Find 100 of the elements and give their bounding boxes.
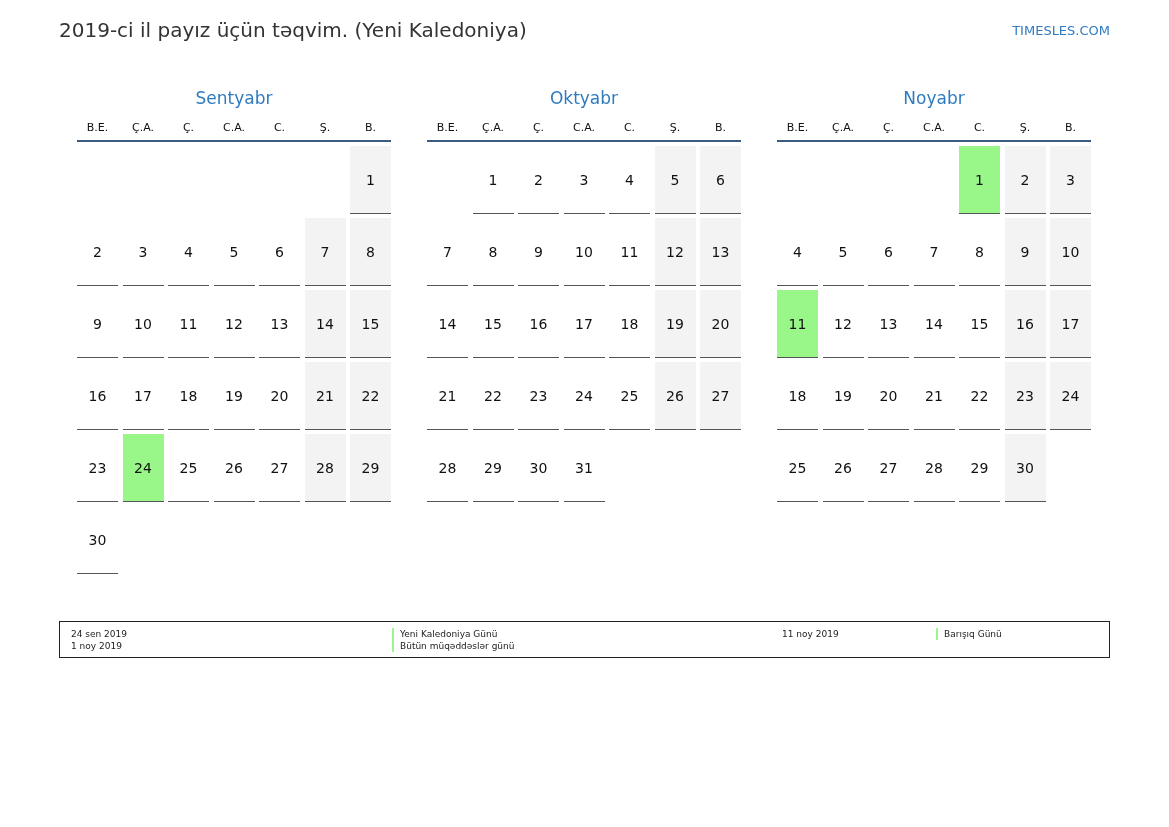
- weekday-label: C.A.: [922, 120, 946, 134]
- day-cell: 13: [868, 290, 909, 358]
- weekday-label: B.: [363, 120, 377, 134]
- holiday-cell: 24: [122, 434, 164, 502]
- holiday-date: 24 sen 2019: [71, 628, 128, 640]
- day-cell: 18: [777, 362, 818, 430]
- day-cell: 13: [700, 218, 741, 286]
- day-cell: 2: [1004, 146, 1046, 214]
- day-cell: 16: [77, 362, 118, 430]
- weekday-label: C.: [622, 120, 637, 134]
- day-cell: 8: [472, 218, 514, 286]
- month-name: Oktyabr: [548, 88, 620, 110]
- day-cell: 21: [913, 362, 955, 430]
- day-cell: 17: [563, 290, 605, 358]
- day-cell: 4: [609, 146, 650, 214]
- day-cell: 21: [427, 362, 468, 430]
- day-cell: 29: [472, 434, 514, 502]
- day-cell: 6: [868, 218, 909, 286]
- holiday-date: 1 noy 2019: [71, 640, 123, 652]
- day-cell: 15: [472, 290, 514, 358]
- day-cell: 3: [1050, 146, 1091, 214]
- site-link[interactable]: TIMESLES.COM: [1012, 22, 1110, 38]
- day-cell: 18: [168, 362, 209, 430]
- weekday-label: Ç.: [181, 120, 196, 134]
- day-cell: 20: [259, 362, 300, 430]
- day-cell: 22: [959, 362, 1000, 430]
- day-cell: 16: [518, 290, 559, 358]
- day-cell: 23: [518, 362, 559, 430]
- weekday-label: B.: [713, 120, 727, 134]
- day-cell: 19: [213, 362, 255, 430]
- day-cell: 17: [1050, 290, 1091, 358]
- day-cell: 13: [259, 290, 300, 358]
- day-cell: 25: [777, 434, 818, 502]
- day-cell: 30: [1004, 434, 1046, 502]
- day-cell: 7: [913, 218, 955, 286]
- day-cell: 4: [777, 218, 818, 286]
- day-cell: 5: [654, 146, 696, 214]
- day-cell: 22: [472, 362, 514, 430]
- holiday-name: Yeni Kaledoniya Günü: [392, 628, 782, 640]
- weekday-label: C.: [272, 120, 287, 134]
- day-cell: 10: [1050, 218, 1091, 286]
- day-cell: 14: [913, 290, 955, 358]
- weekday-label: C.A.: [222, 120, 246, 134]
- day-cell: 19: [822, 362, 864, 430]
- day-cell: 2: [77, 218, 118, 286]
- day-cell: 29: [959, 434, 1000, 502]
- day-cell: 30: [518, 434, 559, 502]
- day-cell: 28: [427, 434, 468, 502]
- day-cell: 6: [259, 218, 300, 286]
- day-cell: 19: [654, 290, 696, 358]
- day-cell: 28: [304, 434, 346, 502]
- holiday-cell: 1: [959, 146, 1000, 214]
- day-cell: 4: [168, 218, 209, 286]
- day-cell: 21: [304, 362, 346, 430]
- day-cell: 12: [822, 290, 864, 358]
- month-name: Sentyabr: [194, 88, 274, 110]
- day-cell: 30: [77, 506, 118, 574]
- day-cell: 11: [168, 290, 209, 358]
- day-cell: 1: [472, 146, 514, 214]
- day-cell: 20: [868, 362, 909, 430]
- day-cell: 27: [700, 362, 741, 430]
- day-cell: 26: [213, 434, 255, 502]
- weekday-label: Ç.: [531, 120, 546, 134]
- day-cell: 28: [913, 434, 955, 502]
- day-cell: 12: [654, 218, 696, 286]
- day-cell: 14: [304, 290, 346, 358]
- day-cell: 27: [259, 434, 300, 502]
- day-cell: 10: [563, 218, 605, 286]
- day-cell: 24: [563, 362, 605, 430]
- day-cell: 2: [518, 146, 559, 214]
- day-cell: 23: [77, 434, 118, 502]
- holiday-name: Barışıq Günü: [936, 628, 1098, 640]
- day-cell: 22: [350, 362, 391, 430]
- day-cell: 16: [1004, 290, 1046, 358]
- day-cell: 9: [1004, 218, 1046, 286]
- day-cell: 26: [822, 434, 864, 502]
- day-cell: 9: [518, 218, 559, 286]
- day-cell: 15: [350, 290, 391, 358]
- day-cell: 3: [563, 146, 605, 214]
- day-cell: 27: [868, 434, 909, 502]
- day-cell: 5: [822, 218, 864, 286]
- day-cell: 25: [168, 434, 209, 502]
- weekday-label: B.E.: [785, 120, 810, 134]
- weekday-label: Ç.A.: [831, 120, 855, 134]
- weekday-label: Ş.: [668, 120, 682, 134]
- holiday-date: 11 noy 2019: [782, 628, 840, 640]
- day-cell: 20: [700, 290, 741, 358]
- day-cell: 25: [609, 362, 650, 430]
- day-cell: 6: [700, 146, 741, 214]
- weekday-label: Ş.: [1018, 120, 1032, 134]
- weekday-label: B.E.: [435, 120, 460, 134]
- day-cell: 23: [1004, 362, 1046, 430]
- day-cell: 14: [427, 290, 468, 358]
- day-cell: 5: [213, 218, 255, 286]
- weekday-label: C.: [972, 120, 987, 134]
- day-cell: 17: [122, 362, 164, 430]
- holiday-name: Bütün müqəddəslər günü: [392, 640, 782, 652]
- day-cell: 26: [654, 362, 696, 430]
- weekday-label: Ç.A.: [131, 120, 155, 134]
- day-cell: 9: [77, 290, 118, 358]
